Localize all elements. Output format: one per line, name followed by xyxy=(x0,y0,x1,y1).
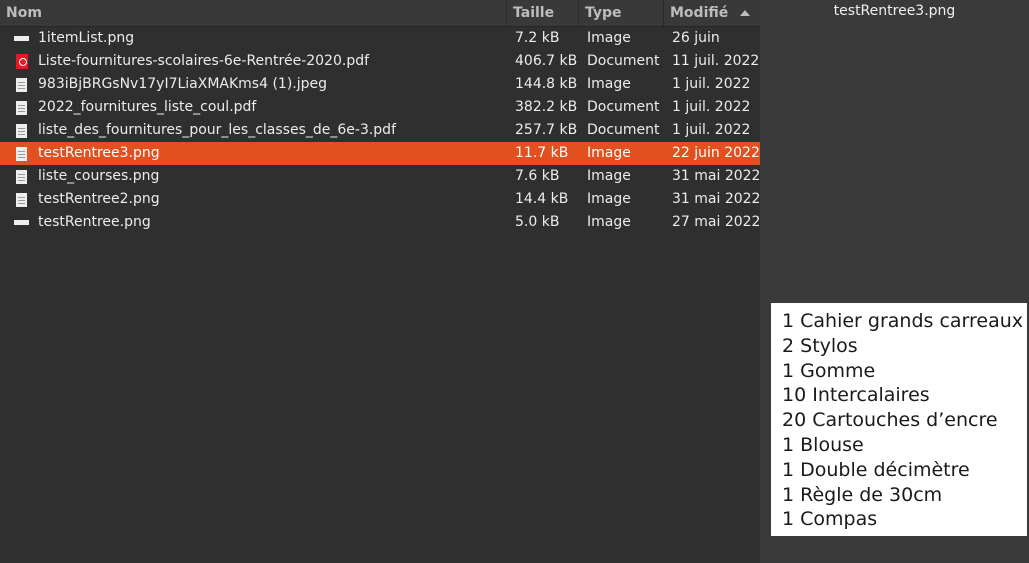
image-wide-icon xyxy=(14,27,30,50)
document-icon-glyph xyxy=(16,101,27,115)
preview-title: testRentree3.png xyxy=(833,3,956,19)
file-modified: 1 juil. 2022 xyxy=(672,76,751,92)
file-size: 144.8 kB xyxy=(515,76,578,92)
document-icon-glyph xyxy=(16,124,27,138)
document-icon xyxy=(14,96,30,119)
file-modified: 27 mai 2022 xyxy=(672,214,760,230)
file-type: Document xyxy=(587,53,660,69)
preview-image: 1 Cahier grands carreaux 2 Stylos 1 Gomme 1… xyxy=(771,303,1027,536)
file-type: Image xyxy=(587,145,631,161)
file-type: Document xyxy=(587,99,660,115)
preview-list-line: 10 Intercalaires xyxy=(782,384,930,407)
file-type: Image xyxy=(587,191,631,207)
file-size: 11.7 kB xyxy=(515,145,569,161)
file-name: testRentree3.png xyxy=(38,145,160,161)
document-icon xyxy=(14,119,30,142)
file-type: Image xyxy=(587,30,631,46)
column-header-modified[interactable]: Modifié xyxy=(664,0,760,26)
preview-list-line: 20 Cartouches d’encre xyxy=(782,409,998,432)
file-type: Document xyxy=(587,122,660,138)
file-row[interactable]: 983iBjBRGsNv17yI7LiaXMAKms4 (1).jpeg 144.… xyxy=(0,73,760,96)
file-size: 7.6 kB xyxy=(515,168,560,184)
file-modified: 26 juin xyxy=(672,30,720,46)
image-wide-icon xyxy=(14,211,30,234)
file-row[interactable]: testRentree.png 5.0 kB Image 27 mai 2022 xyxy=(0,211,760,234)
preview-list-line: 2 Stylos xyxy=(782,334,858,357)
file-row[interactable]: testRentree2.png 14.4 kB Image 31 mai 2022 xyxy=(0,188,760,211)
file-size: 257.7 kB xyxy=(515,122,578,138)
image-icon xyxy=(14,142,30,165)
file-row[interactable]: Liste-fournitures-scolaires-6e-Rentrée-2… xyxy=(0,50,760,73)
preview-list-line: 1 Blouse xyxy=(782,433,864,456)
file-name: testRentree.png xyxy=(38,214,151,230)
image-wide-icon-glyph xyxy=(14,220,29,225)
file-name: 983iBjBRGsNv17yI7LiaXMAKms4 (1).jpeg xyxy=(38,76,328,92)
file-type: Image xyxy=(587,214,631,230)
file-row[interactable]: 2022_fournitures_liste_coul.pdf 382.2 kB D… xyxy=(0,96,760,119)
file-modified: 1 juil. 2022 xyxy=(672,99,751,115)
file-size: 7.2 kB xyxy=(515,30,560,46)
file-name: 1itemList.png xyxy=(38,30,135,46)
column-header-type[interactable]: Type xyxy=(579,0,664,26)
file-type: Image xyxy=(587,168,631,184)
column-header-name[interactable]: Nom xyxy=(0,0,507,26)
column-header-size[interactable]: Taille xyxy=(507,0,579,26)
preview-list-line: 1 Règle de 30cm xyxy=(782,483,943,506)
image-icon-glyph xyxy=(16,193,27,207)
file-size: 5.0 kB xyxy=(515,214,560,230)
file-row[interactable]: liste_courses.png 7.6 kB Image 31 mai 2022 xyxy=(0,165,760,188)
file-list-pane: Nom Taille Type Modifié 1itemList.png 7.2… xyxy=(0,0,760,563)
image-icon-glyph xyxy=(16,78,27,92)
file-modified: 11 juil. 2022 xyxy=(672,53,760,69)
file-name: liste_des_fournitures_pour_les_classes_d… xyxy=(38,122,396,138)
preview-list-line: 1 Gomme xyxy=(782,359,876,382)
image-wide-icon-glyph xyxy=(14,36,29,41)
file-name: 2022_fournitures_liste_coul.pdf xyxy=(38,99,257,115)
file-modified: 22 juin 2022 xyxy=(672,145,760,161)
file-modified: 31 mai 2022 xyxy=(672,168,760,184)
pdf-icon xyxy=(14,50,30,73)
pdf-icon-glyph xyxy=(16,54,28,69)
file-row[interactable]: testRentree3.png 11.7 kB Image 22 juin 2022 xyxy=(0,142,760,165)
file-list: 1itemList.png 7.2 kB Image 26 juin Liste-fou… xyxy=(0,27,760,234)
image-icon xyxy=(14,188,30,211)
image-icon-glyph xyxy=(16,147,27,161)
sort-ascending-icon xyxy=(740,10,750,16)
file-modified: 1 juil. 2022 xyxy=(672,122,751,138)
image-icon-glyph xyxy=(16,170,27,184)
file-row[interactable]: liste_des_fournitures_pour_les_classes_d… xyxy=(0,119,760,142)
file-modified: 31 mai 2022 xyxy=(672,191,760,207)
file-name: Liste-fournitures-scolaires-6e-Rentrée-2… xyxy=(38,53,370,69)
file-row[interactable]: 1itemList.png 7.2 kB Image 26 juin xyxy=(0,27,760,50)
file-size: 406.7 kB xyxy=(515,53,578,69)
image-icon xyxy=(14,73,30,96)
preview-list-line: 1 Cahier grands carreaux xyxy=(782,310,1024,332)
file-size: 14.4 kB xyxy=(515,191,569,207)
file-type: Image xyxy=(587,76,631,92)
file-size: 382.2 kB xyxy=(515,99,578,115)
preview-list-line: 1 Double décimètre xyxy=(782,458,970,481)
image-icon xyxy=(14,165,30,188)
file-name: testRentree2.png xyxy=(38,191,160,207)
preview-list-line: 1 Compas xyxy=(782,508,878,531)
column-header-modified-label: Modifié xyxy=(670,5,729,21)
column-header: Nom Taille Type Modifié xyxy=(0,0,760,27)
file-name: liste_courses.png xyxy=(38,168,160,184)
